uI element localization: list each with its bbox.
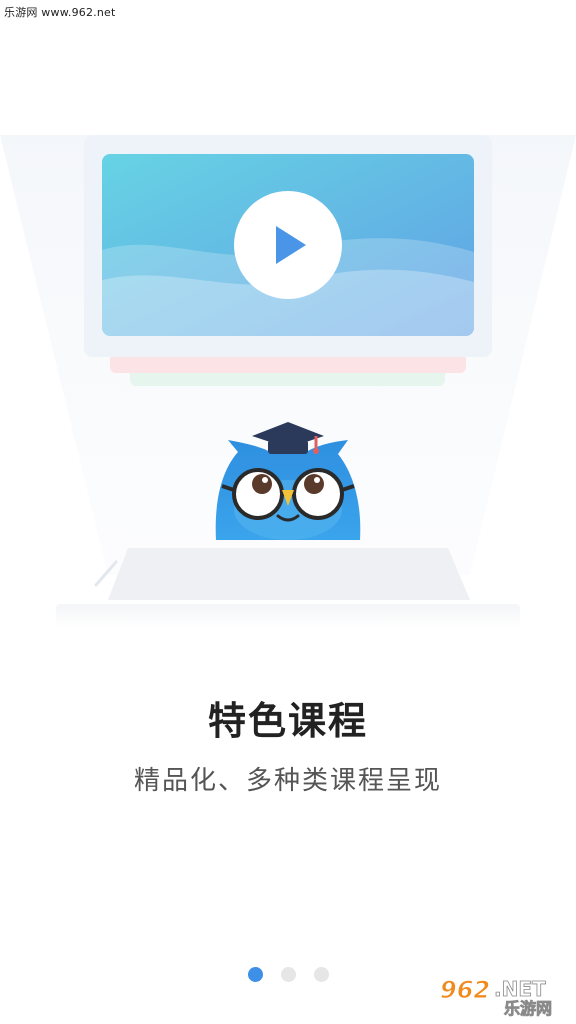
desk <box>56 548 520 628</box>
page-dot-3[interactable] <box>313 967 329 982</box>
watermark-logo-number: 962 <box>440 976 490 1004</box>
course-illustration <box>0 135 576 628</box>
play-button <box>234 191 342 299</box>
watermark-logo: 962 .NET 乐游网 <box>440 976 553 1019</box>
onboarding-page[interactable]: 乐游网 www.962.net 特色课程 精品化、多种类课程呈现 962 .NE… <box>0 0 576 1024</box>
page-dot-2[interactable] <box>280 967 296 982</box>
page-title: 特色课程 <box>207 699 368 743</box>
page-dot-1[interactable] <box>247 967 263 982</box>
owl-mascot-icon <box>215 440 361 540</box>
watermark-logo-suffix: .NET <box>494 977 546 1001</box>
page-subtitle: 精品化、多种类课程呈现 <box>133 766 442 796</box>
watermark-logo-site: 乐游网 <box>504 999 552 1018</box>
